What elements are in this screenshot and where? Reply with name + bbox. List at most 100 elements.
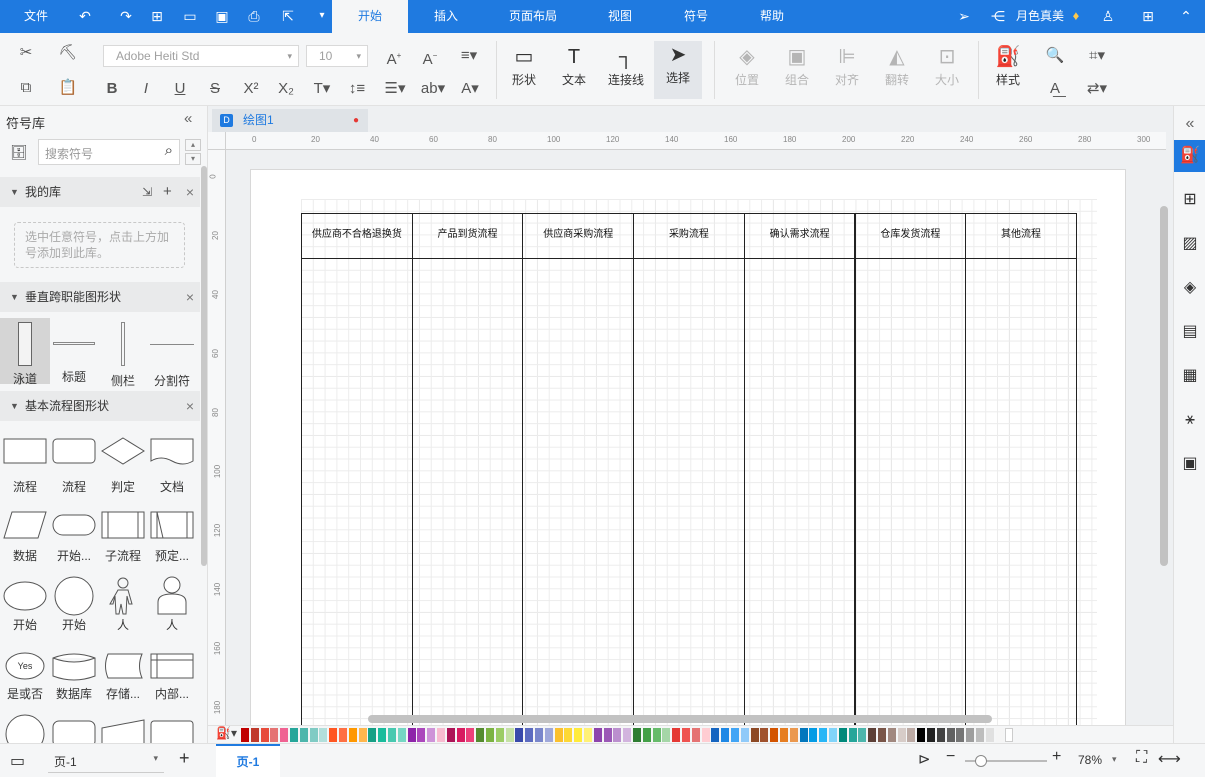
tab-help[interactable]: 帮助: [750, 0, 794, 33]
color-swatch[interactable]: [368, 728, 377, 742]
swimlane[interactable]: 其他流程: [965, 213, 1077, 743]
search-box[interactable]: 搜索符号 ⌕: [38, 139, 180, 165]
tab-insert[interactable]: 插入: [420, 0, 472, 33]
color-swatch[interactable]: [838, 728, 847, 742]
color-swatch[interactable]: [407, 728, 416, 742]
color-swatch[interactable]: [946, 728, 955, 742]
shape-start-ellipse[interactable]: 开始: [0, 616, 50, 633]
layers-icon[interactable]: ◈: [1178, 276, 1202, 300]
search-icon[interactable]: ⌕: [165, 142, 173, 159]
shape-start-circle[interactable]: 开始: [49, 616, 99, 633]
flip-button[interactable]: ◭ 翻转: [875, 43, 919, 88]
increase-font-icon[interactable]: A+: [382, 44, 406, 68]
color-swatch[interactable]: [299, 728, 308, 742]
color-swatch[interactable]: [760, 728, 769, 742]
connector-tool-button[interactable]: ┐ 连接线: [604, 43, 648, 88]
undo-icon[interactable]: ↶: [75, 6, 95, 26]
color-swatch[interactable]: [241, 728, 249, 742]
page-thumbnail-icon[interactable]: ▭: [10, 751, 25, 771]
color-swatch[interactable]: [260, 728, 269, 742]
color-swatch[interactable]: [584, 728, 592, 742]
close-icon[interactable]: ×: [186, 391, 194, 421]
color-swatch[interactable]: [682, 728, 690, 742]
color-swatch[interactable]: [966, 728, 975, 742]
library-manager-icon[interactable]: 🗄: [10, 144, 28, 161]
style-button[interactable]: ⛽ 样式: [986, 43, 1030, 88]
color-swatch[interactable]: [780, 728, 788, 742]
color-swatch[interactable]: [995, 728, 1004, 742]
swimlane-title[interactable]: 供应商不合格退换货: [302, 213, 412, 259]
scroll-up-icon[interactable]: ▴: [185, 139, 201, 151]
fullscreen-icon[interactable]: ⛶: [1136, 749, 1147, 767]
open-folder-icon[interactable]: ▭: [180, 6, 200, 26]
color-swatch[interactable]: [927, 728, 935, 742]
text-case-icon[interactable]: ab▾: [416, 77, 450, 101]
text-tool-button[interactable]: T 文本: [552, 43, 596, 88]
shape-process[interactable]: 流程: [0, 478, 50, 495]
color-swatch[interactable]: [917, 728, 926, 742]
tab-symbol[interactable]: 符号: [674, 0, 718, 33]
grid-layout-icon[interactable]: ⊞: [1178, 188, 1202, 212]
color-swatch[interactable]: [731, 728, 739, 742]
zoom-slider-handle[interactable]: [975, 755, 987, 767]
tab-start[interactable]: 开始: [332, 0, 408, 33]
shape-process-rounded[interactable]: 流程: [49, 478, 99, 495]
print-icon[interactable]: ⎙: [244, 6, 264, 26]
color-swatch[interactable]: [476, 728, 485, 742]
apps-icon[interactable]: ⊞: [1138, 6, 1158, 26]
color-swatch[interactable]: [446, 728, 455, 742]
position-button[interactable]: ◈ 位置: [725, 43, 769, 88]
font-color-icon[interactable]: A▾: [455, 77, 485, 101]
skin-shirt-icon[interactable]: ♙: [1098, 6, 1118, 26]
page-select[interactable]: 页-1 ▾: [48, 749, 164, 773]
underline-icon[interactable]: U: [168, 77, 192, 101]
color-swatch[interactable]: [397, 728, 406, 742]
color-swatch[interactable]: [770, 728, 779, 742]
shape-swimlane[interactable]: 泳道: [0, 318, 50, 386]
swimlane[interactable]: 产品到货流程: [411, 213, 524, 743]
color-swatch[interactable]: [652, 728, 661, 742]
superscript-icon[interactable]: X²: [239, 77, 263, 101]
color-swatch[interactable]: [515, 728, 524, 742]
shape-yes-no[interactable]: 是或否: [0, 685, 50, 702]
color-swatch[interactable]: [603, 728, 612, 742]
group-button[interactable]: ▣ 组合: [775, 43, 819, 88]
color-swatch[interactable]: [456, 728, 465, 742]
swimlane-title[interactable]: 确认需求流程: [744, 213, 855, 259]
paste-icon[interactable]: 📋: [56, 76, 80, 100]
search-input[interactable]: 搜索符号: [45, 145, 93, 162]
find-replace-icon[interactable]: 🔍: [1043, 44, 1067, 68]
page-properties-icon[interactable]: ▤: [1178, 320, 1202, 344]
import-icon[interactable]: ⇲: [142, 177, 152, 207]
swimlane[interactable]: 确认需求流程: [743, 213, 856, 743]
text-align-icon[interactable]: ≡▾: [454, 44, 484, 68]
color-swatch[interactable]: [701, 728, 710, 742]
add-page-icon[interactable]: +: [179, 748, 190, 769]
replace-shape-icon[interactable]: ⇄▾: [1082, 77, 1112, 101]
shape-document[interactable]: 文档: [147, 478, 197, 495]
shape-person-solid[interactable]: 人: [147, 616, 197, 633]
fill-bucket-icon[interactable]: ⛽▾: [216, 726, 237, 740]
italic-icon[interactable]: I: [134, 77, 158, 101]
color-swatch[interactable]: [495, 728, 504, 742]
horizontal-scrollbar[interactable]: [368, 715, 992, 723]
subscript-icon[interactable]: X₂: [274, 77, 298, 101]
presentation-icon[interactable]: ▣: [1178, 452, 1202, 476]
font-family-select[interactable]: Adobe Heiti Std ▾: [103, 45, 299, 67]
zoom-level[interactable]: 78%: [1078, 753, 1102, 767]
color-swatch[interactable]: [613, 728, 622, 742]
save-icon[interactable]: ▣: [212, 6, 232, 26]
shape-subprocess[interactable]: 子流程: [98, 547, 148, 564]
color-swatch[interactable]: [417, 728, 426, 742]
font-size-select[interactable]: 10 ▾: [306, 45, 368, 67]
color-swatch[interactable]: [642, 728, 651, 742]
color-swatch[interactable]: [358, 728, 367, 742]
shape-separator[interactable]: 分割符: [147, 318, 197, 389]
color-swatch[interactable]: [339, 728, 347, 742]
color-swatch[interactable]: [789, 728, 798, 742]
more-icon[interactable]: ⌃: [1176, 6, 1196, 26]
user-name[interactable]: 月色真美: [1014, 0, 1066, 33]
crop-icon[interactable]: ⌗▾: [1082, 44, 1112, 68]
shape-tool-button[interactable]: ▭ 形状: [502, 43, 546, 88]
zoom-in-icon[interactable]: +: [1052, 748, 1061, 766]
